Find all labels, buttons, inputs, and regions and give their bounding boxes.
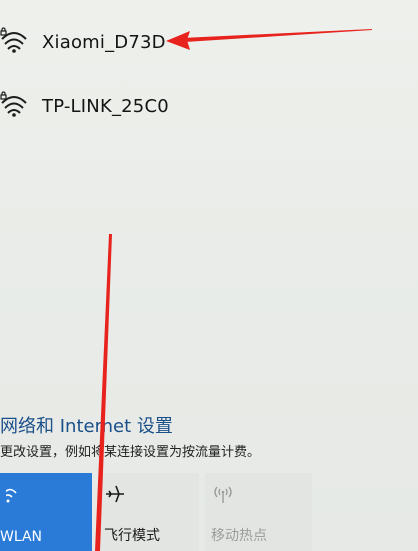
network-name: Xiaomi_D73D: [42, 31, 166, 53]
annotation-arrows: [95, 29, 372, 551]
airplane-icon: [104, 483, 128, 509]
wifi-secured-icon: [0, 91, 30, 121]
network-item-xiaomi[interactable]: Xiaomi_D73D: [0, 24, 166, 60]
tile-label: 飞行模式: [104, 528, 160, 544]
wifi-icon: [3, 483, 20, 509]
network-name: TP-LINK_25C0: [42, 95, 169, 117]
quick-actions: WLAN 飞行模式 移动热点: [0, 473, 418, 551]
network-settings-description: 更改设置，例如将某连接设置为按流量计费。: [0, 445, 261, 460]
tile-label: 移动热点: [211, 528, 267, 544]
hotspot-icon: [211, 483, 235, 509]
network-item-tplink[interactable]: TP-LINK_25C0: [0, 88, 169, 124]
wifi-secured-icon: [0, 27, 30, 57]
airplane-mode-tile[interactable]: 飞行模式: [98, 473, 199, 551]
wlan-toggle-tile[interactable]: WLAN: [0, 473, 92, 551]
mobile-hotspot-tile[interactable]: 移动热点: [205, 473, 312, 551]
annotation-arrow-top: [166, 29, 372, 50]
network-settings-link[interactable]: 网络和 Internet 设置: [0, 412, 173, 438]
tile-label: WLAN: [0, 529, 43, 545]
